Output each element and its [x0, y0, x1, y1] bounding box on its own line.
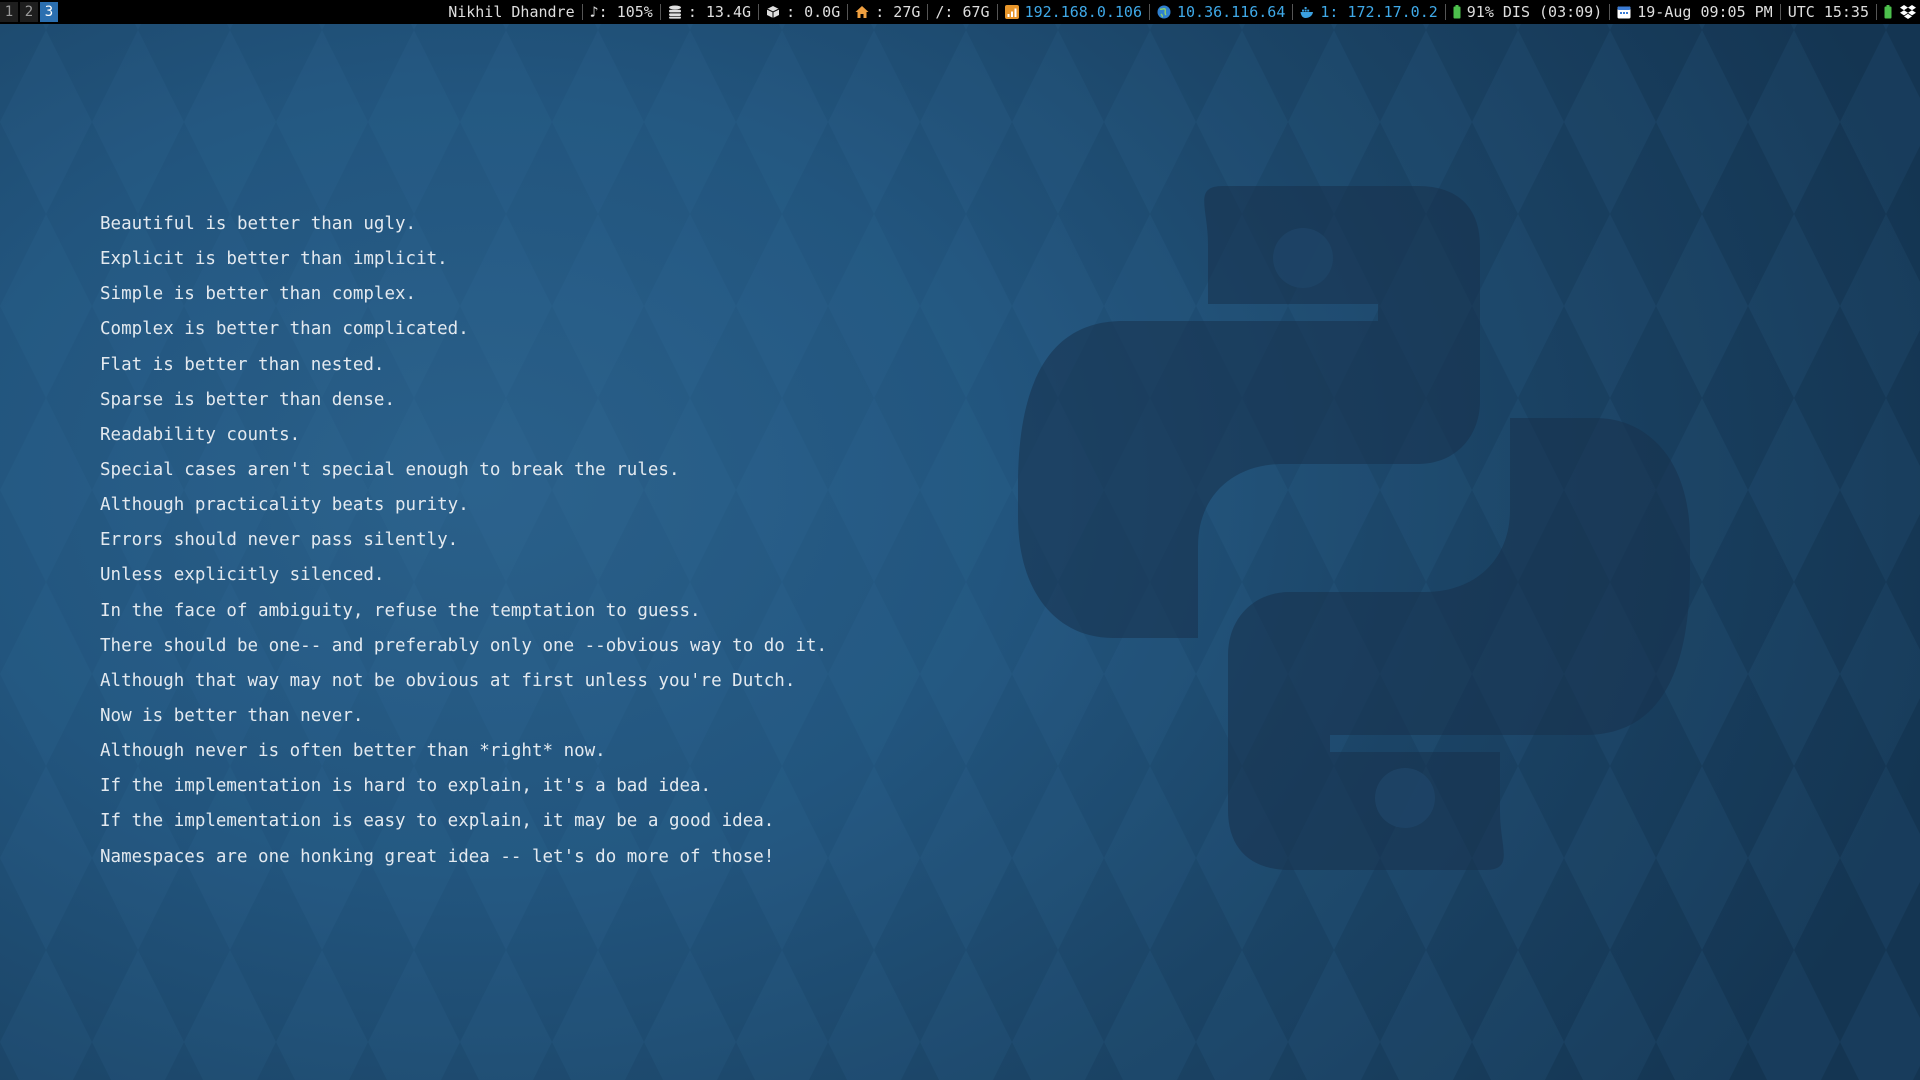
- zen-line: Errors should never pass silently.: [100, 530, 459, 551]
- battery-tray-icon[interactable]: [1884, 5, 1892, 19]
- zen-line: Sparse is better than dense.: [100, 389, 396, 410]
- workspace-1-button[interactable]: 1: [0, 2, 18, 22]
- status-bar: 1 2 3 Nikhil Dhandre ♪: 105% : 13.4G : 0…: [0, 0, 1920, 24]
- date-value: 19-Aug 09:05 PM: [1637, 3, 1773, 21]
- system-tray: [1884, 0, 1916, 24]
- separator: [1149, 4, 1150, 20]
- separator: [847, 4, 849, 20]
- home-disk-status: : 27G: [855, 0, 920, 24]
- separator: [1876, 4, 1877, 20]
- status-modules: Nikhil Dhandre ♪: 105% : 13.4G : 0.0G: …: [448, 0, 1916, 24]
- zen-line: Beautiful is better than ugly.: [100, 214, 417, 234]
- zen-line: Namespaces are one honking great idea --…: [100, 846, 775, 867]
- separator: [1292, 4, 1294, 20]
- vpn-ip: 10.36.116.64: [1177, 3, 1286, 21]
- zen-line: Now is better than never.: [100, 705, 364, 726]
- battery-value: 91% DIS (03:09): [1466, 3, 1603, 21]
- zen-line: If the implementation is hard to explain…: [100, 776, 712, 797]
- python-logo-icon: [1018, 186, 1690, 870]
- memory-status: : 13.4G: [668, 0, 751, 24]
- zen-line: Although never is often better than *rig…: [100, 741, 606, 762]
- date-status[interactable]: 19-Aug 09:05 PM: [1617, 0, 1773, 24]
- separator: [1444, 4, 1446, 20]
- zen-line: Complex is better than complicated.: [100, 319, 469, 340]
- workspace-3-button[interactable]: 3: [40, 2, 58, 22]
- swap-status: : 0.0G: [766, 0, 840, 24]
- separator: [1609, 4, 1611, 20]
- battery-status[interactable]: 91% DIS (03:09): [1453, 0, 1602, 24]
- wifi-status[interactable]: 192.168.0.106: [1004, 0, 1142, 24]
- separator: [758, 4, 760, 20]
- database-icon: [668, 5, 681, 19]
- user-name: Nikhil Dhandre: [448, 3, 575, 21]
- volume-status[interactable]: ♪: 105%: [590, 0, 653, 24]
- desktop-wallpaper: Beautiful is better than ugly. Explicit …: [0, 0, 1920, 1080]
- zen-line: Simple is better than complex.: [100, 284, 417, 305]
- box-icon: [766, 6, 780, 18]
- zen-line: Flat is better than nested.: [100, 354, 385, 375]
- utc-clock: UTC 15:35: [1787, 3, 1869, 21]
- home-icon: [855, 6, 869, 18]
- zen-line: Explicit is better than implicit.: [100, 249, 448, 270]
- vpn-status[interactable]: 10.36.116.64: [1157, 0, 1285, 24]
- docker-status[interactable]: 1: 172.17.0.2: [1300, 0, 1438, 24]
- zen-line: If the implementation is easy to explain…: [100, 811, 775, 832]
- zen-line: Readability counts.: [100, 424, 301, 445]
- zen-line: In the face of ambiguity, refuse the tem…: [100, 600, 701, 621]
- wifi-ip: 192.168.0.106: [1024, 3, 1142, 21]
- separator: [996, 4, 998, 20]
- wifi-signal-icon: [1004, 5, 1019, 19]
- zen-line: Although that way may not be obvious at …: [100, 670, 796, 691]
- separator: [1779, 4, 1781, 20]
- memory-value: : 13.4G: [687, 3, 752, 21]
- separator: [659, 4, 661, 20]
- separator: [581, 4, 583, 20]
- docker-icon: [1300, 7, 1314, 18]
- zen-line: There should be one-- and preferably onl…: [100, 635, 827, 656]
- calendar-icon: [1617, 6, 1631, 19]
- swap-value: : 0.0G: [786, 3, 841, 21]
- battery-icon: [1453, 5, 1461, 19]
- zen-line: Although practicality beats purity.: [100, 495, 469, 516]
- root-disk-status: /: 67G: [935, 3, 990, 21]
- zen-line: Special cases aren't special enough to b…: [100, 459, 680, 480]
- globe-icon: [1157, 5, 1171, 19]
- zen-of-python-text: Beautiful is better than ugly. Explicit …: [100, 211, 827, 879]
- home-disk-value: : 27G: [875, 3, 921, 21]
- dropbox-icon[interactable]: [1900, 4, 1916, 20]
- docker-ip: 1: 172.17.0.2: [1320, 3, 1438, 21]
- workspace-2-button[interactable]: 2: [20, 2, 38, 22]
- zen-line: Unless explicitly silenced.: [100, 565, 385, 586]
- separator: [927, 4, 929, 20]
